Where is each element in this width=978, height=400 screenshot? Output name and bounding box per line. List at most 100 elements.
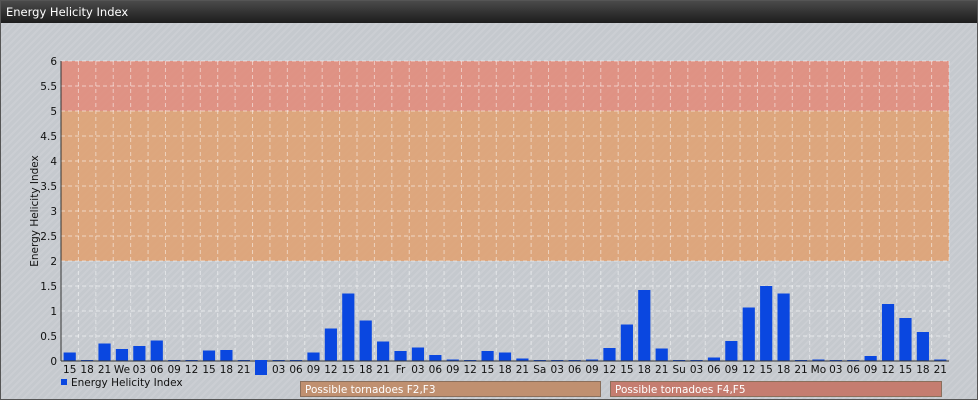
x-tick-label: 15 — [899, 364, 912, 376]
bar-21-2 — [98, 343, 111, 361]
x-tick-label: 18 — [916, 364, 929, 376]
x-tick-label: 03 — [690, 364, 703, 376]
y-tick-label: 1.5 — [40, 281, 57, 293]
bar-18-17 — [359, 320, 372, 361]
x-tick-label: 18 — [359, 364, 372, 376]
bar-15-16 — [342, 293, 355, 361]
legend-swatch — [61, 379, 67, 385]
x-tick-label: 06 — [568, 364, 582, 376]
x-tick-label: 06 — [847, 364, 861, 376]
bars — [63, 286, 947, 361]
x-tick-label: 18 — [498, 364, 511, 376]
x-tick-label: 03 — [551, 364, 564, 376]
annotation-f2-f3-label: Possible tornadoes F2,F3 — [305, 384, 436, 396]
bar-03-4 — [133, 346, 146, 361]
bar-06-37 — [707, 357, 721, 361]
blue-square-icon — [255, 360, 267, 375]
x-tick-label: 06 — [429, 364, 443, 376]
y-tick-label: 2.5 — [40, 231, 57, 243]
bar-15-0 — [63, 352, 76, 361]
y-tick-label: 4 — [50, 156, 57, 168]
x-tick-label: 09 — [864, 364, 877, 376]
x-tick-label: 06 — [707, 364, 721, 376]
x-tick-label: 18 — [777, 364, 790, 376]
x-tick-label: 15 — [620, 364, 633, 376]
annotation-f2-f3: Possible tornadoes F2,F3 — [300, 381, 601, 397]
bar-18-25 — [498, 352, 512, 361]
bar-12-15 — [324, 328, 337, 361]
bar-12-47 — [881, 304, 895, 361]
x-tick-label: 15 — [342, 364, 355, 376]
x-tick-label: 09 — [585, 364, 598, 376]
legend-label: Energy Helicity Index — [71, 377, 183, 389]
bar-We-3 — [115, 349, 129, 361]
bar-18-33 — [638, 290, 651, 361]
y-tick-label: 1 — [50, 306, 57, 318]
bar-18-41 — [777, 293, 790, 361]
x-tick-label: 09 — [725, 364, 738, 376]
x-tick-label: 03 — [133, 364, 146, 376]
y-tick-label: 5.5 — [40, 81, 57, 93]
x-tick-label: 09 — [307, 364, 320, 376]
x-tick-label: 03 — [272, 364, 285, 376]
x-tick-label: 15 — [63, 364, 76, 376]
x-tick-label: We — [114, 364, 130, 376]
x-tick-label: 21 — [98, 364, 111, 376]
x-tick-label: 09 — [446, 364, 459, 376]
y-tick-label: 0 — [50, 356, 57, 368]
x-tick-label: 06 — [289, 364, 303, 376]
bar-15-40 — [760, 286, 773, 361]
y-tick-label: 6 — [50, 56, 57, 68]
x-tick-label: 18 — [80, 364, 93, 376]
x-tick-label: 21 — [794, 364, 807, 376]
bar-15-8 — [202, 350, 216, 361]
bar-Fr-19 — [394, 351, 407, 361]
x-tick-label: 12 — [603, 364, 616, 376]
y-axis: 0 0.5 1 1.5 2 2.5 3 3.5 4 4.5 5 5.5 6 — [40, 56, 62, 368]
y-tick-label: 3 — [50, 206, 57, 218]
x-tick-label: 15 — [481, 364, 494, 376]
x-tick-label: 09 — [167, 364, 180, 376]
x-tick-label: 12 — [185, 364, 198, 376]
x-tick-label: 03 — [829, 364, 842, 376]
legend[interactable]: Energy Helicity Index — [61, 377, 183, 389]
chart-widget: Energy Helicity Index 0 0.5 1 1.5 2 2.5 3 3.5 4 4… — [0, 0, 978, 400]
bar-09-46 — [864, 356, 877, 361]
x-tick-label: 21 — [655, 364, 668, 376]
x-tick-label: 03 — [411, 364, 424, 376]
bar-03-20 — [411, 347, 425, 361]
x-axis: 15 18 21 We 03 06 09 12 15 18 21 03 06 09 12 15 18 21 Fr 03… — [61, 360, 949, 376]
x-tick-label: Fr — [396, 364, 406, 376]
y-tick-label: 0.5 — [40, 331, 57, 343]
bar-12-31 — [603, 348, 616, 361]
x-tick-label: 15 — [759, 364, 772, 376]
x-tick-label: 12 — [324, 364, 337, 376]
bar-06-5 — [150, 340, 163, 361]
annotation-f4-f5: Possible tornadoes F4,F5 — [610, 381, 942, 397]
bar-15-24 — [481, 351, 494, 361]
bar-09-38 — [725, 341, 738, 361]
x-tick-label: 21 — [237, 364, 250, 376]
y-axis-label: Energy Helicity Index — [29, 155, 41, 267]
bar-21-34 — [655, 348, 668, 361]
bar-18-9 — [220, 350, 233, 361]
x-tick-label: 21 — [376, 364, 389, 376]
x-tick-label: Mo — [811, 364, 826, 376]
x-tick-label: Su — [672, 364, 685, 376]
bar-15-48 — [899, 318, 912, 361]
x-tick-label: 18 — [638, 364, 651, 376]
x-tick-label: 18 — [220, 364, 233, 376]
annotation-f4-f5-label: Possible tornadoes F4,F5 — [615, 384, 746, 396]
y-tick-label: 2 — [50, 256, 57, 268]
x-tick-label: Sa — [533, 364, 546, 376]
x-tick-label: 21 — [516, 364, 529, 376]
bar-09-14 — [307, 352, 320, 361]
y-tick-label: 4.5 — [40, 131, 57, 143]
bar-06-21 — [429, 355, 442, 361]
x-tick-label: 06 — [150, 364, 164, 376]
bar-21-18 — [377, 341, 390, 361]
y-tick-label: 3.5 — [40, 181, 57, 193]
y-tick-label: 5 — [50, 106, 57, 118]
x-tick-label: 12 — [463, 364, 476, 376]
x-tick-label: 21 — [934, 364, 947, 376]
